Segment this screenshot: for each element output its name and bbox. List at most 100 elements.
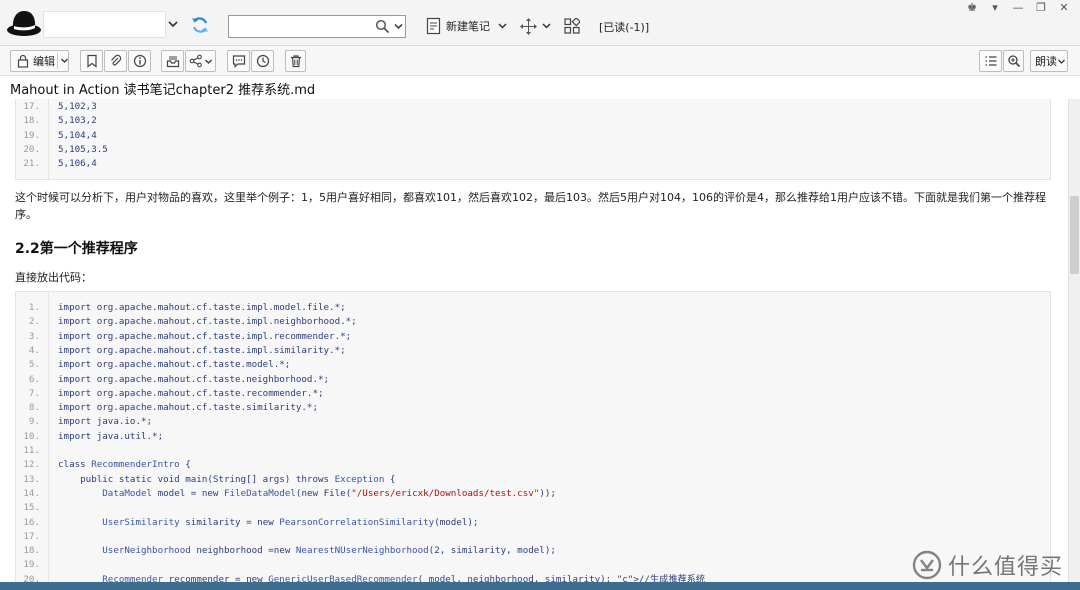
code-text: import java.util.*; [58,430,164,442]
share-to-button[interactable] [161,50,184,72]
account-selector[interactable] [43,11,166,38]
edit-label: 编辑 [33,55,55,68]
info-button[interactable] [128,50,151,72]
note-title[interactable]: Mahout in Action 读书笔记chapter2 推荐系统.md [10,79,315,98]
sync-icon[interactable] [190,15,210,35]
line-number: 3. [28,330,40,342]
move-arrows-icon[interactable] [519,17,538,36]
note-content: 17. 5,102,3 18. 5,103,2 19. 5,104,4 20. 5,105,3… [0,99,1068,582]
code-text: class RecommenderIntro { [58,459,191,471]
read-status-label: [已读(-1)] [599,21,650,34]
code-text: import java.io.*; [58,416,153,428]
watermark: 什么值得买 [912,549,1063,581]
view-grid-icon[interactable] [564,18,580,34]
line-number: 10. [23,430,40,442]
line-number: 18. [23,545,40,557]
edit-button[interactable]: 编辑 [10,50,69,72]
code-block: 1. import org.apache.mahout.cf.taste.impl… [15,291,1051,582]
comment-icon [232,55,245,68]
skin-icon[interactable]: ♚ [962,1,982,15]
share-button[interactable] [185,50,216,72]
clock-icon [256,54,269,68]
menu-dropdown-icon[interactable]: ▾ [985,1,1005,15]
paragraph: 直接放出代码： [15,271,92,284]
read-aloud-button[interactable]: 朗读 [1030,50,1068,72]
search-input[interactable] [229,16,369,37]
line-number: 19. [23,559,40,571]
maximize-icon[interactable]: ❐ [1031,1,1051,15]
read-aloud-label: 朗读 [1035,55,1057,68]
line-number: 20. [23,573,40,582]
share-icon [189,54,202,68]
chevron-down-icon[interactable] [393,20,404,33]
code-text: import org.apache.mahout.cf.taste.simila… [58,402,318,414]
code-text: UserSimilarity similarity = new PearsonC… [102,516,479,528]
code-text: import org.apache.mahout.cf.taste.model.… [58,359,291,371]
inbox-share-icon [166,56,179,68]
watermark-text: 什么值得买 [948,555,1064,580]
code-text: public static void main(String[] args) t… [58,473,396,485]
chevron-down-icon[interactable] [497,20,508,32]
zoom-icon [1007,55,1020,68]
line-number: 12. [23,459,40,471]
lock-icon [17,54,29,68]
line-number: 17. [23,101,40,112]
code-text: Recommender recommender = new GenericUse… [102,573,706,582]
info-icon [133,54,146,68]
history-button[interactable] [251,50,274,72]
app-top-bar: 新建笔记 [已读(-1)] ♚ ▾ — ❐ ✕ [0,0,1080,46]
chevron-down-icon[interactable] [541,20,552,32]
new-note-button[interactable]: 新建笔记 [426,16,508,36]
button-divider [57,53,58,69]
minimize-icon[interactable]: — [1008,1,1028,15]
vertical-scrollbar[interactable] [1068,99,1080,582]
trash-icon [290,55,301,68]
line-number: 9. [28,416,40,428]
line-number: 14. [23,487,40,499]
watermark-logo-icon [912,550,942,580]
new-note-icon [426,17,441,35]
code-text: 5,103,2 [58,115,97,127]
line-number: 11. [23,445,40,456]
delete-button[interactable] [285,50,306,72]
line-number: 19. [23,129,40,141]
list-outline-icon [985,56,996,66]
code-text: 5,102,3 [58,101,97,112]
search-icon[interactable] [375,19,390,34]
line-number: 4. [28,344,40,356]
line-number: 8. [28,402,40,414]
line-number: 5. [28,359,40,371]
search-box[interactable] [228,15,406,38]
code-text: import org.apache.mahout.cf.taste.neighb… [58,373,330,385]
outline-button[interactable] [979,50,1002,72]
line-number: 18. [23,115,40,127]
bookmark-button[interactable] [80,50,103,72]
scrollbar-thumb[interactable] [1070,196,1079,274]
paragraph: 这个时候可以分析下，用户对物品的喜欢，这里举个例子：1，5用户喜好相同，都喜欢1… [15,191,1046,221]
chevron-down-icon[interactable] [167,17,179,31]
chevron-down-icon[interactable] [1057,57,1066,66]
note-toolbar: 编辑 朗读 [0,46,1080,76]
taskbar-strip [0,582,1080,590]
line-number: 20. [23,143,40,155]
app-logo-hat-icon[interactable] [5,5,43,41]
line-number: 16. [23,516,40,528]
line-number: 1. [28,302,40,313]
attachment-button[interactable] [104,50,127,72]
comment-button[interactable] [227,50,250,72]
zoom-button[interactable] [1003,50,1024,72]
line-number: 7. [28,387,40,399]
chevron-down-icon[interactable] [204,57,213,66]
code-text: import org.apache.mahout.cf.taste.impl.s… [58,344,346,356]
line-number: 13. [23,473,40,485]
code-text: 5,105,3.5 [58,143,108,155]
close-icon[interactable]: ✕ [1054,1,1074,15]
chevron-down-icon[interactable] [60,56,69,65]
code-text: DataModel model = new FileDataModel(new … [102,487,556,499]
line-number: 15. [23,502,40,514]
code-text: 5,106,4 [58,158,97,170]
line-number: 6. [28,373,40,385]
code-text: import org.apache.mahout.cf.taste.recomm… [58,387,324,399]
code-text: UserNeighborhood neighborhood =new Neare… [102,545,556,557]
window-controls: ♚ ▾ — ❐ ✕ [962,1,1074,15]
